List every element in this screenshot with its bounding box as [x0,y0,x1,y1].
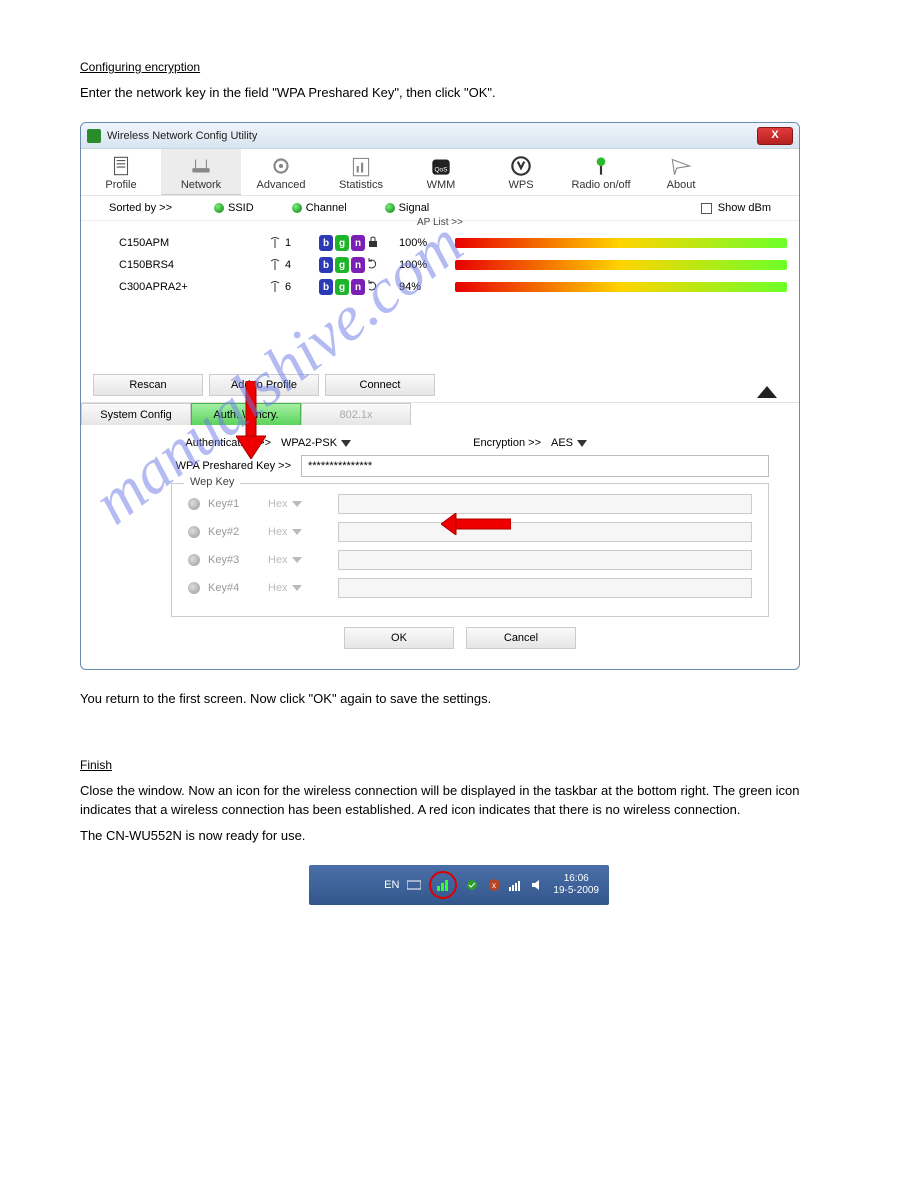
network-icon [188,155,214,177]
ap-row[interactable]: C150BRS4 4 b g n 100% [119,254,787,276]
mode-b-badge: b [319,235,333,251]
refresh-icon [367,279,381,295]
tab-8021x: 802.1x [301,403,411,425]
body-text: You return to the first screen. Now clic… [80,690,838,708]
profile-icon [108,155,134,177]
statistics-icon [348,155,374,177]
chevron-down-icon [341,440,351,447]
red-arrow-down-icon [236,381,266,459]
wep-fieldset: Wep Key Key#1 Hex Key#2 Hex [171,483,769,617]
app-icon [87,129,101,143]
svg-text:x: x [492,881,496,890]
window-title: Wireless Network Config Utility [107,130,757,142]
channel-indicator-icon [292,203,302,213]
ap-pct: 100% [399,237,439,249]
checkbox-icon[interactable] [701,203,712,214]
body-text: Close the window. Now an icon for the wi… [80,782,838,818]
toolbar-wmm[interactable]: QoS WMM [401,149,481,195]
sortby-label: Sorted by >> [109,202,172,214]
wep-key-input [338,494,752,514]
enc-label: Encryption >> [421,437,551,449]
tab-system-config[interactable]: System Config [81,403,191,425]
toolbar-advanced[interactable]: Advanced [241,149,321,195]
body-text: Enter the network key in the field "WPA … [80,84,838,102]
collapse-arrow-icon[interactable] [757,386,777,398]
enc-select[interactable]: AES [551,437,651,449]
radio-icon [188,498,200,510]
toolbar-label: Network [161,179,241,191]
toolbar-label: WMM [401,179,481,191]
mode-n-badge: n [351,235,365,251]
ap-row[interactable]: C150APM 1 b g n 100% [119,232,787,254]
radio-icon [588,155,614,177]
advanced-icon [268,155,294,177]
toolbar-label: WPS [481,179,561,191]
wmm-icon: QoS [428,155,454,177]
hex-select: Hex [268,498,338,510]
toolbar-label: Advanced [241,179,321,191]
toolbar-about[interactable]: About [641,149,721,195]
toolbar: Profile Network Advanced Statistics QoS … [81,149,799,196]
rescan-button[interactable]: Rescan [93,374,203,396]
wpa-key-label: WPA Preshared Key >> [151,460,301,472]
cancel-button[interactable]: Cancel [466,627,576,649]
aplist-header: AP List >> [81,217,799,228]
antenna-icon [269,259,281,271]
ap-ssid: C150APM [119,237,269,249]
toolbar-label: Profile [81,179,161,191]
antenna-icon [269,281,281,293]
button-row: Rescan Add to Profile Connect [81,368,799,402]
toolbar-label: About [641,179,721,191]
sort-ssid[interactable]: SSID [228,202,254,214]
mode-g-badge: g [335,235,349,251]
about-icon [668,155,694,177]
wep-legend: Wep Key [184,476,240,488]
toolbar-profile[interactable]: Profile [81,149,161,195]
section-heading: Finish [80,758,838,772]
ap-channel: 1 [269,237,319,249]
auth-select[interactable]: WPA2-PSK [281,437,381,449]
signal-bar [455,238,787,248]
volume-icon[interactable] [531,878,545,892]
red-arrow-left-icon [441,513,511,535]
toolbar-label: Statistics [321,179,401,191]
body-text: The CN-WU552N is now ready for use. [80,827,838,845]
toolbar-wps[interactable]: WPS [481,149,561,195]
ap-list: C150APM 1 b g n 100% C150BRS4 4 b g n [81,228,799,308]
signal-bars-icon[interactable] [509,878,523,892]
wpa-key-input[interactable] [301,455,769,477]
refresh-icon [367,257,381,273]
lock-icon [367,235,381,251]
sort-signal[interactable]: Signal [399,202,430,214]
ssid-indicator-icon [214,203,224,213]
wep-row: Key#1 Hex [188,494,752,514]
keyboard-icon[interactable] [407,878,421,892]
system-tray: EN x 16:06 19-5-2009 [309,865,609,905]
auth-panel: System Config Auth. \ Encry. 802.1x Auth… [81,402,799,669]
tray-lang: EN [384,879,399,891]
antenna-icon [269,237,281,249]
config-utility-window: Wireless Network Config Utility X Profil… [80,122,800,670]
show-dbm[interactable]: Show dBm [701,202,771,214]
wireless-signal-icon[interactable] [436,878,450,892]
tray-wireless-circle [429,871,457,899]
section-heading: Configuring encryption [80,60,838,74]
toolbar-network[interactable]: Network [161,149,241,195]
ok-button[interactable]: OK [344,627,454,649]
tray-clock[interactable]: 16:06 19-5-2009 [553,873,599,897]
wps-icon [508,155,534,177]
close-button[interactable]: X [757,127,793,145]
ap-row[interactable]: C300APRA2+ 6 b g n 94% [119,276,787,298]
connect-button[interactable]: Connect [325,374,435,396]
titlebar: Wireless Network Config Utility X [81,123,799,149]
toolbar-radio[interactable]: Radio on/off [561,149,641,195]
toolbar-statistics[interactable]: Statistics [321,149,401,195]
signal-indicator-icon [385,203,395,213]
chevron-down-icon [577,440,587,447]
sort-channel[interactable]: Channel [306,202,347,214]
toolbar-label: Radio on/off [561,179,641,191]
shield-alert-icon[interactable]: x [487,878,501,892]
shield-ok-icon[interactable] [465,878,479,892]
svg-text:QoS: QoS [434,167,448,174]
